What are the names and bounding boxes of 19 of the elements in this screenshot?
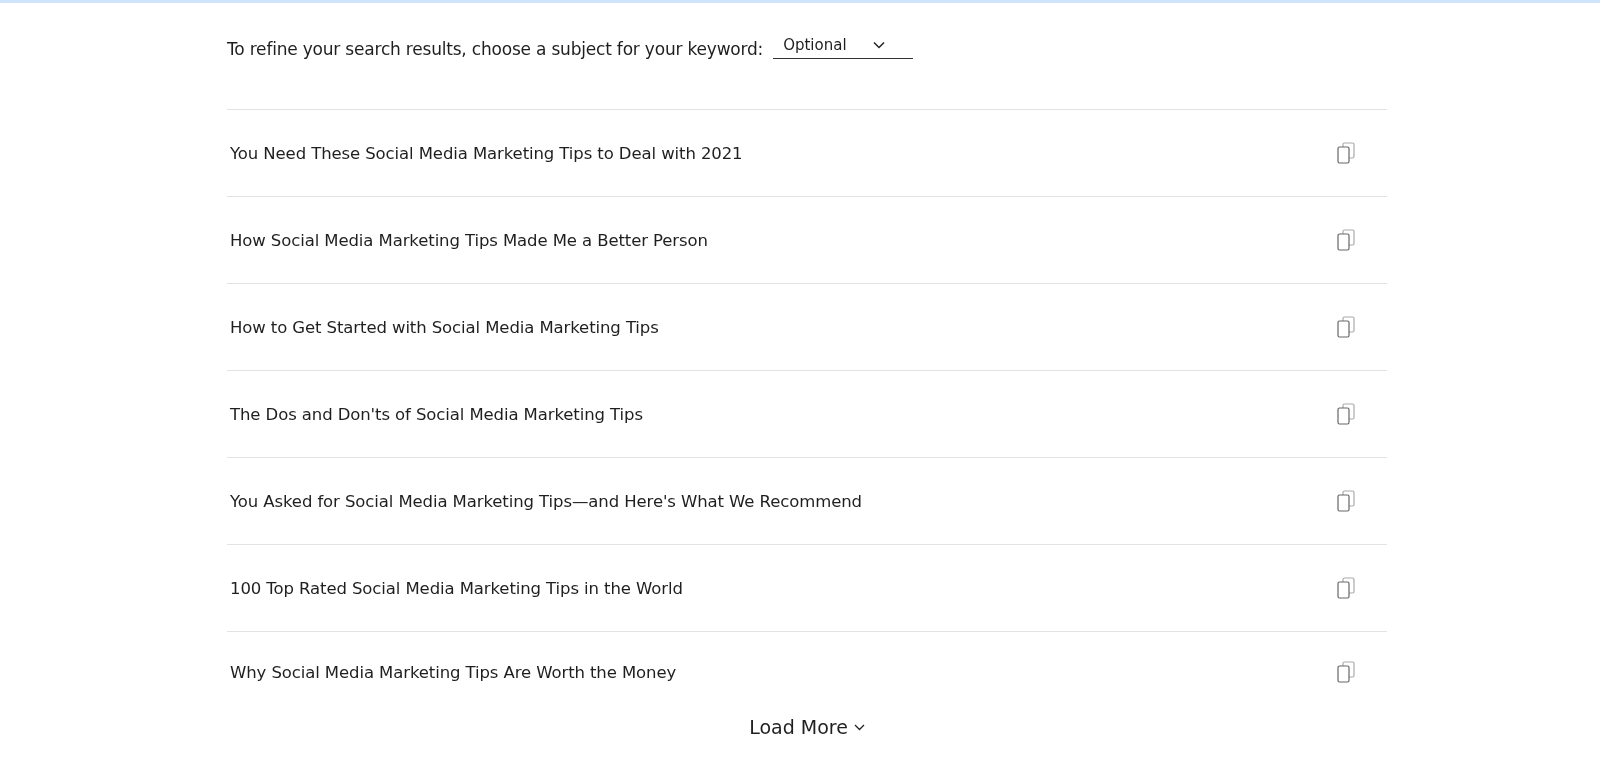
result-title: You Asked for Social Media Marketing Tips—and Here's What We Recommend (230, 491, 862, 511)
copy-icon[interactable] (1337, 403, 1355, 425)
result-title: How Social Media Marketing Tips Made Me a Better Person (230, 230, 708, 250)
result-title: Why Social Media Marketing Tips Are Worth the Money (230, 662, 677, 682)
chevron-down-icon (873, 41, 886, 49)
copy-icon[interactable] (1337, 142, 1355, 164)
subject-dropdown[interactable]: Optional (773, 36, 914, 59)
chevron-down-icon (853, 723, 865, 731)
result-title: 100 Top Rated Social Media Marketing Tips in the World (230, 578, 683, 598)
result-title: You Need These Social Media Marketing Tips to Deal with 2021 (230, 143, 743, 163)
copy-icon[interactable] (1337, 577, 1355, 599)
load-more-button[interactable]: Load More (745, 712, 869, 742)
copy-icon[interactable] (1337, 490, 1355, 512)
result-title: How to Get Started with Social Media Marketing Tips (230, 317, 659, 337)
copy-icon[interactable] (1337, 661, 1355, 683)
copy-icon[interactable] (1337, 229, 1355, 251)
result-title: The Dos and Don'ts of Social Media Marketing Tips (230, 404, 643, 424)
filter-label: To refine your search results, choose a subject for your keyword: (227, 39, 764, 59)
copy-icon[interactable] (1337, 316, 1355, 338)
